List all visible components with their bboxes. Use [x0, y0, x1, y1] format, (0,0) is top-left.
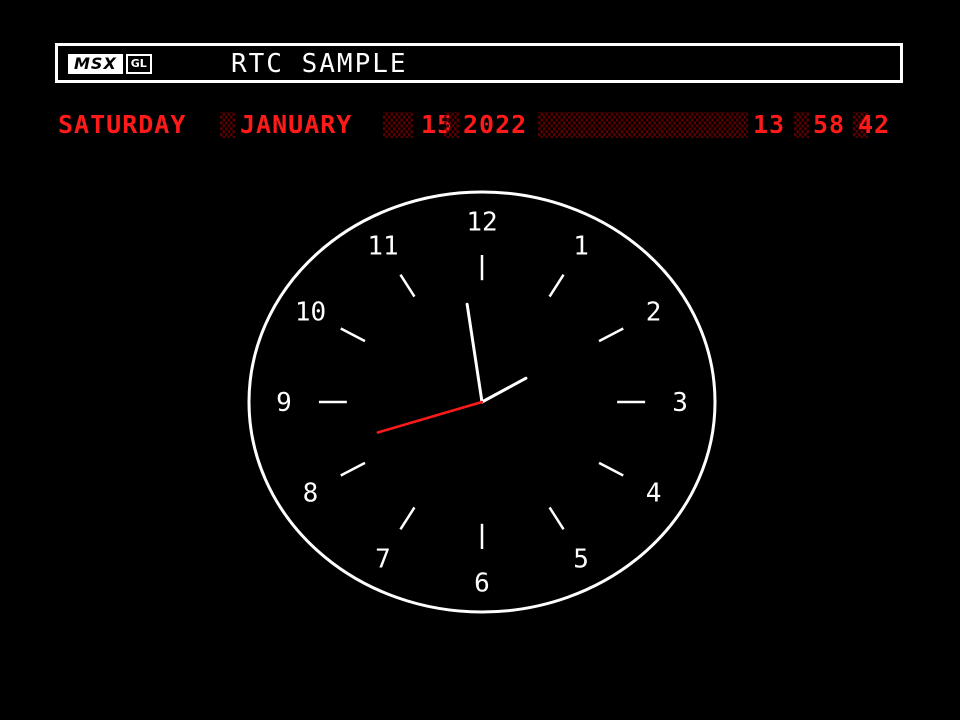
clock-numeral-7: 7	[375, 544, 391, 574]
hour-tick	[399, 506, 416, 530]
hour-tick	[548, 506, 565, 530]
clock-numeral-3: 3	[672, 388, 688, 418]
clock-numeral-6: 6	[474, 569, 490, 599]
clock-numeral-11: 11	[367, 232, 398, 262]
hour-hand	[480, 376, 528, 404]
clock-numeral-5: 5	[573, 544, 589, 574]
hour-tick	[598, 461, 624, 477]
hour-tick	[340, 327, 366, 343]
clock-numeral-12: 12	[466, 207, 497, 237]
clock-numeral-9: 9	[276, 388, 292, 418]
clock-numeral-1: 1	[573, 232, 589, 262]
hour-tick	[548, 274, 565, 298]
clock-numeral-10: 10	[295, 298, 326, 328]
clock-numeral-8: 8	[303, 478, 319, 508]
second-hand	[376, 400, 484, 434]
clock-numeral-4: 4	[646, 478, 662, 508]
minute-hand	[465, 302, 484, 404]
clock-numeral-2: 2	[646, 298, 662, 328]
hour-tick	[340, 461, 366, 477]
analog-clock: 121234567891011	[247, 190, 717, 614]
hour-tick	[399, 274, 416, 298]
hour-tick	[598, 327, 624, 343]
